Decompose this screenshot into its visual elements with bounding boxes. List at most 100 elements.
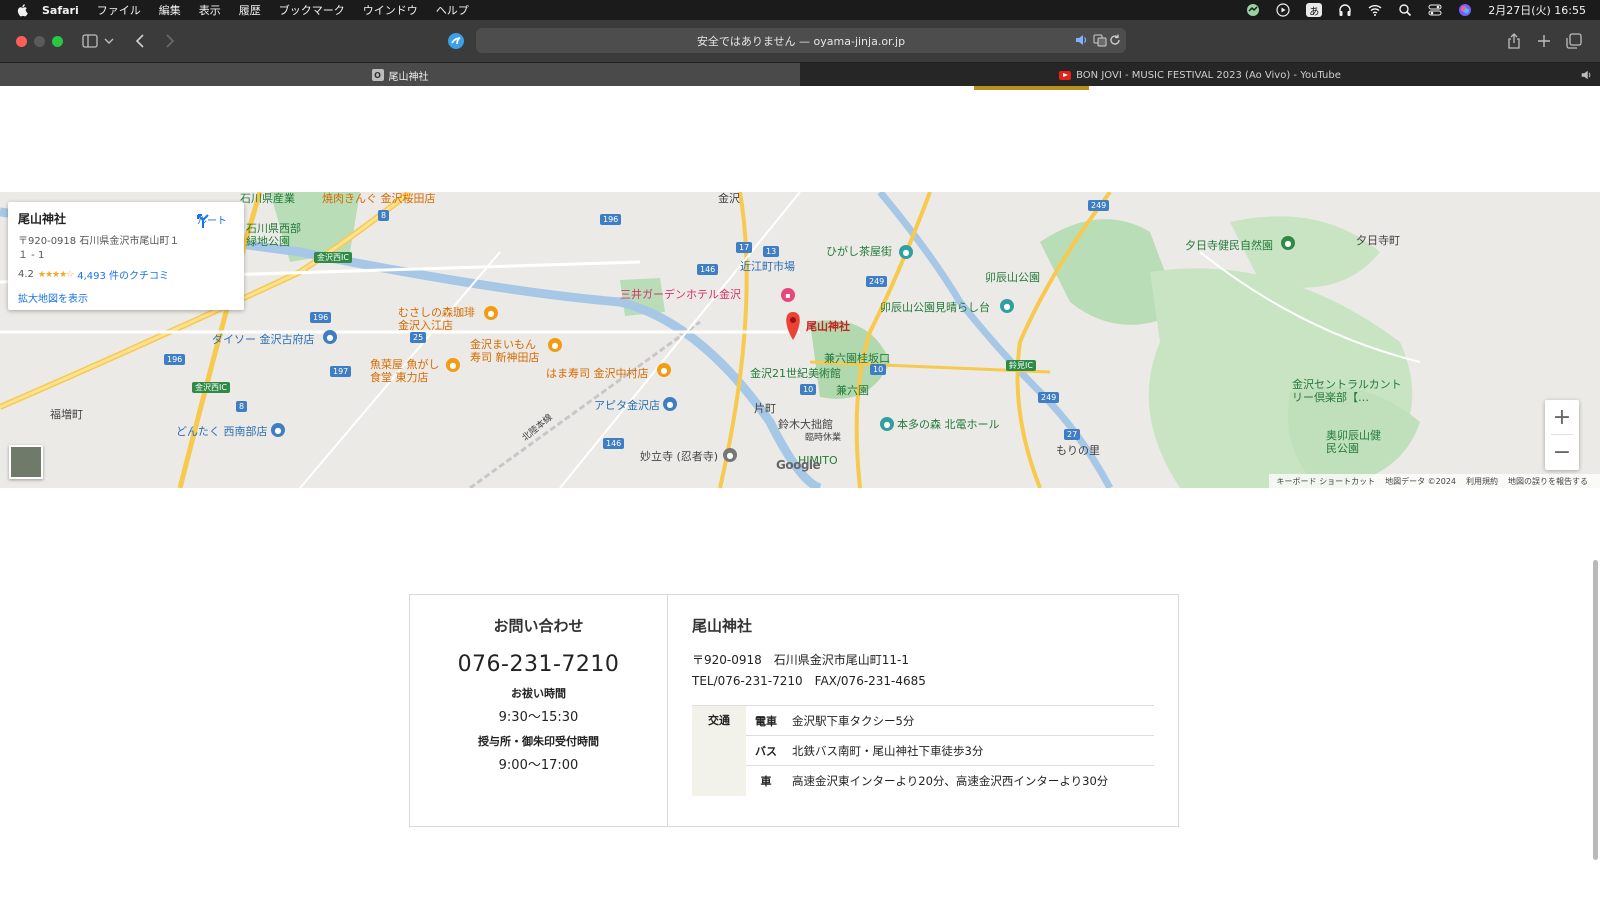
wifi-icon[interactable]	[1368, 3, 1382, 17]
restaurant-icon-2[interactable]: ●	[548, 338, 562, 352]
address-bar[interactable]: 安全ではありません — oyama-jinja.or.jp	[476, 28, 1126, 53]
menubar-clock[interactable]: 2月27日(火) 16:55	[1488, 2, 1586, 18]
spotlight-search-icon[interactable]	[1398, 3, 1412, 17]
tab-title: BON JOVI - MUSIC FESTIVAL 2023 (Ao Vivo)…	[1076, 69, 1341, 81]
address-line: 〒920-0918 石川県金沢市尾山町11-1	[692, 653, 910, 667]
ic-shield: 金沢西IC	[314, 252, 352, 263]
translate-icon[interactable]	[1093, 33, 1107, 47]
tab-youtube[interactable]: BON JOVI - MUSIC FESTIVAL 2023 (Ao Vivo)…	[800, 63, 1600, 87]
map-label-oyama[interactable]: 尾山神社	[806, 320, 850, 333]
tab-overview-icon[interactable]	[1564, 31, 1584, 51]
phone-number[interactable]: 076-231-7210	[410, 652, 667, 677]
map-label-yakiniku[interactable]: 焼肉きんぐ 金沢桜田店	[322, 192, 436, 205]
access-detail: 金沢駅下車タクシー5分	[792, 713, 915, 728]
address-bar-text: 安全ではありません — oyama-jinja.or.jp	[696, 35, 906, 48]
access-mode: 車	[746, 773, 786, 789]
map-label-country[interactable]: 金沢セントラルカントリー倶楽部【…	[1292, 378, 1402, 404]
map-label-myoryuji[interactable]: 妙立寺 (忍者寺)	[640, 450, 718, 463]
sidebar-toggle-icon[interactable]	[80, 31, 100, 51]
map-label-utatsu-view[interactable]: 卯辰山公園見晴らし台	[880, 301, 990, 314]
tourist-spot-icon[interactable]: ●	[899, 245, 913, 259]
map-label-musashi[interactable]: むさしの森珈琲金沢入江店	[398, 306, 480, 332]
reload-icon[interactable]	[1108, 33, 1122, 47]
menu-file[interactable]: ファイル	[97, 2, 141, 18]
tab-group-chevron-icon[interactable]	[103, 31, 115, 51]
forward-icon[interactable]	[160, 31, 180, 51]
report-error-link[interactable]: 地図の誤りを報告する	[1508, 476, 1588, 487]
map-label-utatsu-park[interactable]: 卯辰山公園	[985, 271, 1040, 284]
zoom-control: + −	[1545, 400, 1579, 470]
keyboard-shortcuts-link[interactable]: キーボード ショートカット	[1277, 476, 1376, 487]
access-mode: 電車	[746, 712, 786, 729]
office-hours-value: 9:00〜17:00	[498, 758, 579, 773]
status-app-icon[interactable]	[1246, 3, 1260, 17]
temple-icon[interactable]: ●	[723, 448, 737, 462]
map-label-higashi[interactable]: ひがし茶屋街	[826, 245, 892, 258]
directions-button[interactable]: ルート	[194, 212, 230, 228]
zoom-in-button[interactable]: +	[1545, 400, 1579, 434]
map-label-moriyama: もりの里	[1056, 444, 1100, 457]
viewpoint-icon[interactable]: ●	[1000, 299, 1014, 313]
zoom-out-button[interactable]: −	[1545, 435, 1579, 469]
menu-bookmarks[interactable]: ブックマーク	[279, 2, 345, 18]
terms-link[interactable]: 利用規約	[1466, 476, 1498, 487]
ic-shield-2: 金沢西IC	[192, 382, 230, 393]
menu-edit[interactable]: 編集	[159, 2, 181, 18]
view-larger-map-link[interactable]: 拡大地図を表示	[18, 290, 234, 305]
supermarket-icon[interactable]: ●	[271, 423, 285, 437]
play-icon[interactable]	[1276, 3, 1290, 17]
reviews-link[interactable]: 4,493 件のクチコミ	[77, 267, 169, 282]
map-label-daiso[interactable]: ダイソー 金沢古府店	[212, 333, 315, 346]
hall-icon[interactable]: ●	[880, 417, 894, 431]
safari-toolbar: 安全ではありません — oyama-jinja.or.jp	[0, 20, 1600, 62]
window-zoom-button[interactable]	[52, 36, 63, 47]
new-tab-icon[interactable]	[1534, 31, 1554, 51]
map-label-hotel[interactable]: 三井ガーデンホテル金沢	[620, 288, 741, 301]
tab-oyama-jinja[interactable]: O 尾山神社	[0, 63, 800, 87]
back-icon[interactable]	[130, 31, 150, 51]
map-label-hama[interactable]: はま寿司 金沢中村店	[546, 367, 649, 380]
map-label-apita[interactable]: アピタ金沢店	[594, 399, 660, 412]
input-method-icon[interactable]: あ	[1306, 3, 1323, 18]
apple-menu-icon[interactable]	[16, 3, 30, 17]
map-label-kenrokuen[interactable]: 兼六園	[836, 384, 869, 397]
restaurant-icon-3[interactable]: ●	[446, 358, 460, 372]
menu-window[interactable]: ウインドウ	[363, 2, 418, 18]
map-label-yuhi[interactable]: 夕日寺健民自然園	[1185, 239, 1273, 252]
window-minimize-button[interactable]	[34, 36, 45, 47]
map-label-honda[interactable]: 本多の森 北電ホール	[897, 418, 1000, 431]
map-label-kenrokuen-slope[interactable]: 兼六園桂坂口	[824, 352, 890, 365]
page-scrollbar[interactable]	[1593, 560, 1598, 860]
map-label-dontaku[interactable]: どんたく 西南部店	[176, 425, 268, 438]
contact-left-panel: お問い合わせ 076-231-7210 お祓い時間 9:30〜15:30 授与所…	[410, 595, 668, 826]
audio-playing-icon[interactable]	[1074, 33, 1088, 47]
map-label-museum21[interactable]: 金沢21世紀美術館	[750, 367, 841, 380]
store-icon[interactable]: ●	[323, 330, 337, 344]
map-label-okuutatsu[interactable]: 奥卯辰山健民公園	[1326, 429, 1390, 455]
menu-view[interactable]: 表示	[199, 2, 221, 18]
map-label-uoyasan[interactable]: 魚菜屋 魚がし食堂 東力店	[370, 358, 440, 384]
park-icon[interactable]: ●	[1281, 236, 1295, 250]
menu-app-safari[interactable]: Safari	[42, 4, 79, 17]
site-extension-icon[interactable]	[446, 31, 466, 51]
google-map[interactable]: 8 196 17 13 146 249 249 196 25 196 197 8…	[0, 192, 1600, 488]
tab-audio-icon[interactable]	[1580, 69, 1592, 81]
share-icon[interactable]	[1504, 31, 1524, 51]
menu-history[interactable]: 履歴	[239, 2, 261, 18]
map-label-ishikawa-park[interactable]: 石川県西部緑地公園	[246, 222, 306, 248]
menu-help[interactable]: ヘルプ	[436, 2, 469, 18]
hotel-icon[interactable]: ▪	[781, 288, 795, 302]
window-close-button[interactable]	[16, 36, 27, 47]
satellite-toggle-thumbnail[interactable]	[9, 445, 43, 479]
restaurant-icon[interactable]: ●	[657, 363, 671, 377]
cafe-icon[interactable]: ●	[484, 306, 498, 320]
map-label-omicho[interactable]: 近江町市場	[740, 260, 795, 273]
map-label-maimon[interactable]: 金沢まいもん寿司 新神田店	[470, 338, 546, 364]
map-label-suzuki[interactable]: 鈴木大拙館	[778, 418, 833, 431]
headphones-icon[interactable]	[1338, 3, 1352, 17]
shopping-icon[interactable]: ●	[663, 397, 677, 411]
place-rating: 4.2 ★★★★☆ 4,493 件のクチコミ	[18, 267, 234, 282]
siri-icon[interactable]	[1458, 3, 1472, 17]
map-label-ishikawa-sangyo[interactable]: 石川県産業	[240, 192, 295, 205]
control-center-icon[interactable]	[1428, 3, 1442, 17]
